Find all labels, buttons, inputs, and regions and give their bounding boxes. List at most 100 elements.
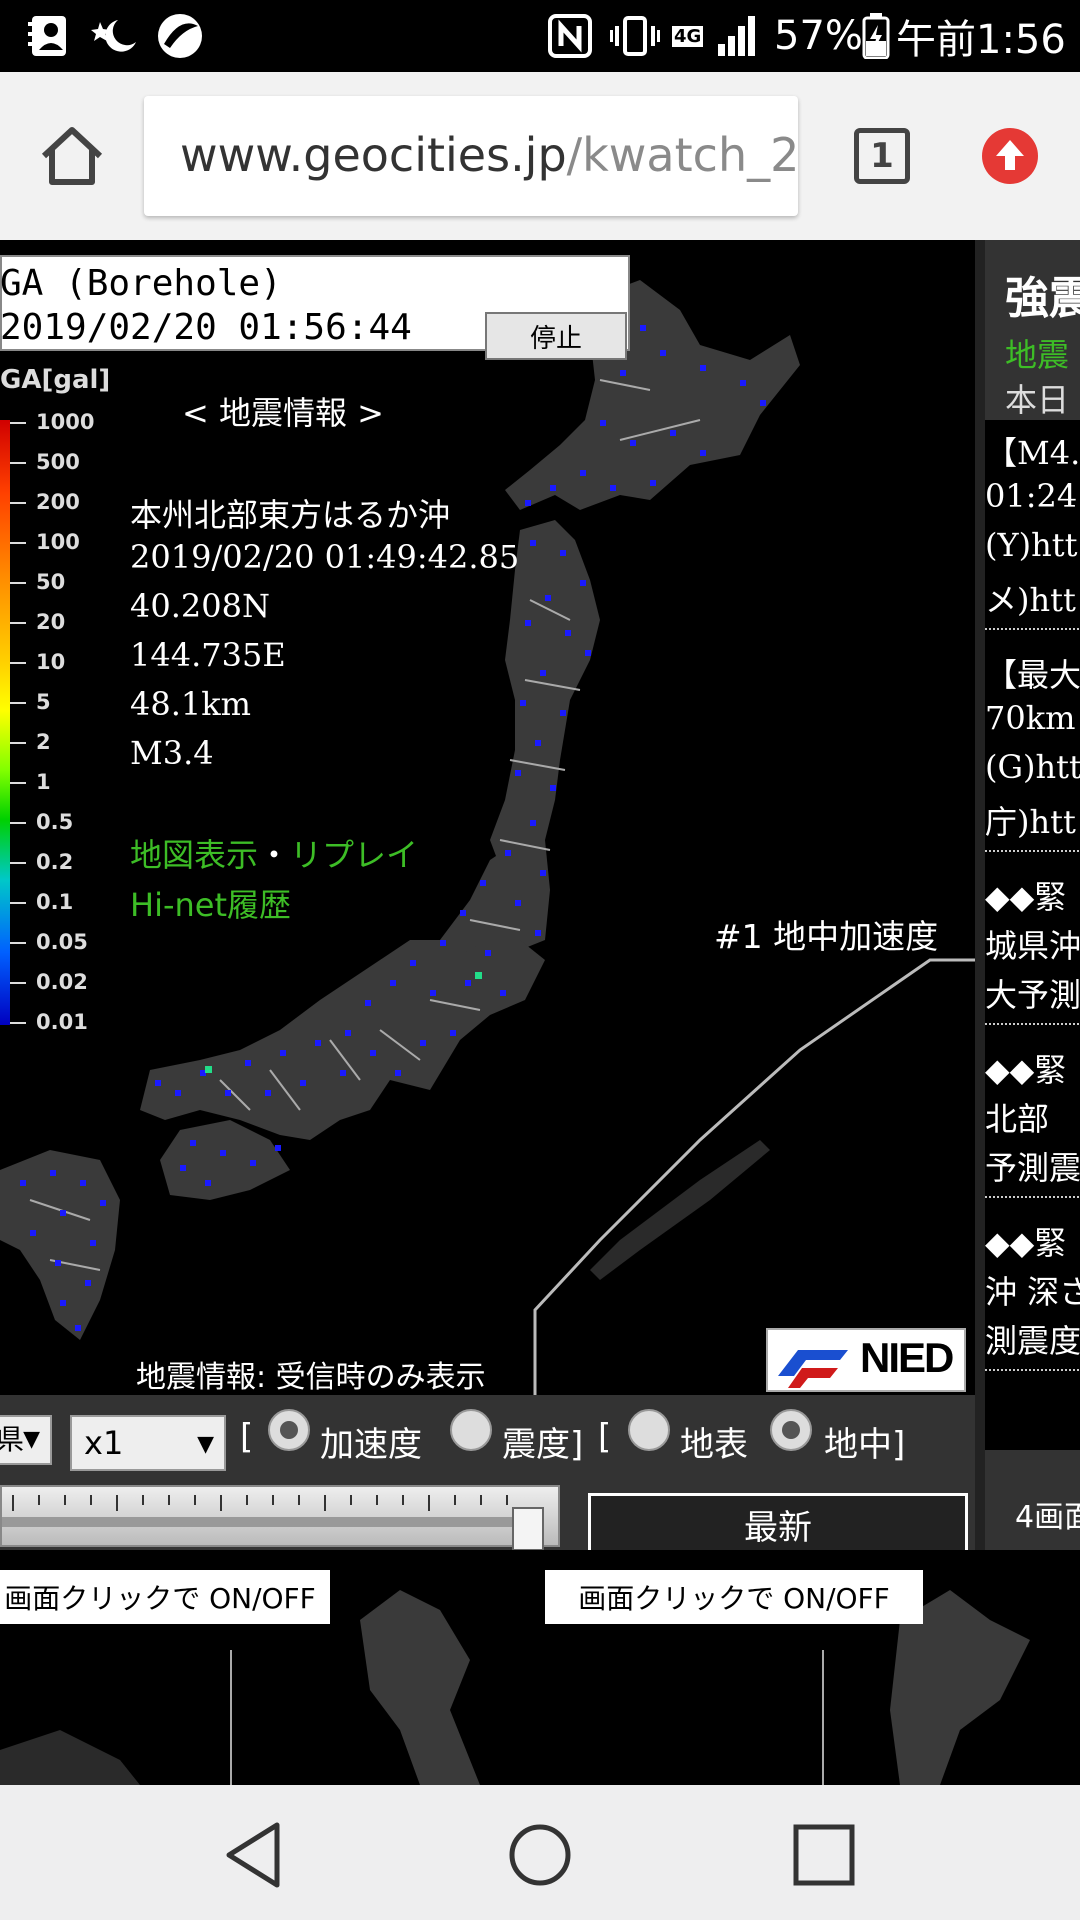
browser-toolbar: www.geocities.jp/kwatch_24 1 (0, 72, 1080, 240)
eq-time: 2019/02/20 01:49:42.85 (130, 538, 520, 576)
news-line: ◆◆緊 (985, 878, 1067, 916)
speed-select-value: x1 (84, 1424, 124, 1462)
scale-tick (10, 902, 26, 904)
eq-magnitude: M3.4 (130, 734, 214, 772)
eq-links: 地図表示・リプレイ (130, 830, 418, 876)
slider-thumb[interactable] (512, 1507, 544, 1551)
scale-title: GA[gal] (0, 365, 111, 395)
land-kyushu (0, 1150, 120, 1340)
back-icon[interactable] (215, 1815, 295, 1895)
slider-tick (64, 1495, 66, 1505)
panel-link[interactable]: 地震 (1005, 330, 1069, 376)
news-line: ◆◆緊 (985, 1051, 1067, 1089)
news-divider (985, 628, 1080, 630)
eq-info-heading: < 地震情報 > (182, 394, 384, 432)
news-divider (985, 1023, 1080, 1025)
radio-surface[interactable] (628, 1409, 670, 1451)
scale-tick (10, 462, 26, 464)
slider-tick (324, 1495, 326, 1511)
update-icon[interactable] (982, 128, 1038, 184)
color-scale-bar (0, 420, 10, 1025)
news-divider (985, 1196, 1080, 1198)
slider-tick (506, 1495, 508, 1505)
news-line: 大予測 (985, 976, 1080, 1014)
eq-longitude: 144.735E (130, 636, 286, 674)
scale-label: 0.1 (36, 890, 74, 914)
slider-tick (90, 1495, 92, 1505)
chevron-down-icon: ▼ (23, 1427, 40, 1452)
slider-tick (142, 1495, 144, 1505)
chevron-down-icon: ▼ (197, 1432, 214, 1457)
tab-switcher-button[interactable]: 1 (854, 128, 910, 184)
japan-map (0, 280, 975, 1395)
news-divider (985, 1369, 1080, 1371)
latest-button[interactable]: 最新 (588, 1493, 968, 1555)
url-domain: www.geocities.jp (180, 128, 567, 182)
scale-label: 1 (36, 770, 51, 794)
four-screen-link[interactable]: 4画面 (1015, 1492, 1080, 1536)
scale-tick (10, 822, 26, 824)
scale-label: 20 (36, 610, 66, 634)
news-line: (Y)htt (985, 526, 1078, 564)
replay-link[interactable]: リプレイ (290, 836, 418, 874)
home-icon[interactable] (36, 120, 108, 192)
radio-acceleration[interactable] (268, 1409, 310, 1451)
scale-tick (10, 982, 26, 984)
moon-star-icon (88, 12, 140, 60)
status-bar: 4G 57% 午前1:56 (0, 0, 1080, 72)
scale-label: 200 (36, 490, 80, 514)
address-bar[interactable]: www.geocities.jp/kwatch_24 (144, 96, 798, 216)
news-list: 【M4. 01:24 (Y)htt メ)htt 【最大 70km (G)htt 庁)htt ◆◆… (985, 420, 1080, 1450)
news-line: 沖 深さ (985, 1273, 1080, 1311)
scale-label: 1000 (36, 410, 95, 434)
scale-tick (10, 622, 26, 624)
slider-tick (402, 1495, 404, 1505)
news-line: 【M4. (985, 434, 1080, 472)
speed-select[interactable]: x1 ▼ (70, 1415, 226, 1471)
news-line: 01:24 (985, 477, 1078, 515)
panel-title: 強震 (1005, 273, 1080, 324)
panel-subtitle: 本日 (1005, 381, 1070, 419)
scale-tick (10, 502, 26, 504)
slider-tick (116, 1495, 118, 1511)
recents-icon[interactable] (784, 1815, 864, 1895)
scale-label: 500 (36, 450, 80, 474)
time-slider[interactable] (0, 1485, 560, 1551)
seismic-map[interactable]: GA (Borehole) 2019/02/20 01:56:44 停止 GA[… (0, 240, 975, 1395)
slider-tick (428, 1495, 430, 1511)
scale-label: 10 (36, 650, 66, 674)
toggle-label-right[interactable]: 画面クリックで ON/OFF (545, 1570, 923, 1624)
url-text: www.geocities.jp/kwatch_24 (180, 128, 798, 182)
news-line: ◆◆緊 (985, 1224, 1067, 1262)
radio-underground-label: 地中] (824, 1425, 906, 1465)
stop-button[interactable]: 停止 (485, 312, 627, 360)
hinet-history-link[interactable]: Hi-net履歴 (130, 880, 291, 926)
radio-acceleration-label: 加速度 (320, 1425, 422, 1465)
news-line: 予測震 (985, 1149, 1080, 1187)
eq-latitude: 40.208N (130, 587, 270, 625)
news-divider (985, 850, 1080, 852)
region-select[interactable]: 県 ▼ (0, 1415, 52, 1465)
battery-charging-icon (862, 12, 890, 60)
home-circle-icon[interactable] (500, 1815, 580, 1895)
toggle-label-left[interactable]: 画面クリックで ON/OFF (0, 1570, 330, 1624)
radio-underground[interactable] (770, 1409, 812, 1451)
scale-label: 2 (36, 730, 51, 754)
contacts-icon (28, 12, 72, 60)
news-line: メ)htt (985, 581, 1076, 619)
radio-intensity-label: 震度] (502, 1425, 584, 1465)
news-line: 【最大 (985, 656, 1080, 694)
app-logo-icon (156, 12, 204, 60)
clock: 午前1:56 (896, 17, 1066, 63)
slider-tick (194, 1495, 196, 1505)
map-view-link[interactable]: 地図表示 (130, 836, 258, 874)
scale-tick (10, 702, 26, 704)
slider-tick (246, 1495, 248, 1505)
scale-label: 0.2 (36, 850, 74, 874)
scale-tick (10, 1022, 26, 1024)
scale-tick (10, 542, 26, 544)
scale-tick (10, 422, 26, 424)
slider-tick (220, 1495, 222, 1511)
radio-intensity[interactable] (450, 1409, 492, 1451)
eq-depth: 48.1km (130, 685, 251, 723)
